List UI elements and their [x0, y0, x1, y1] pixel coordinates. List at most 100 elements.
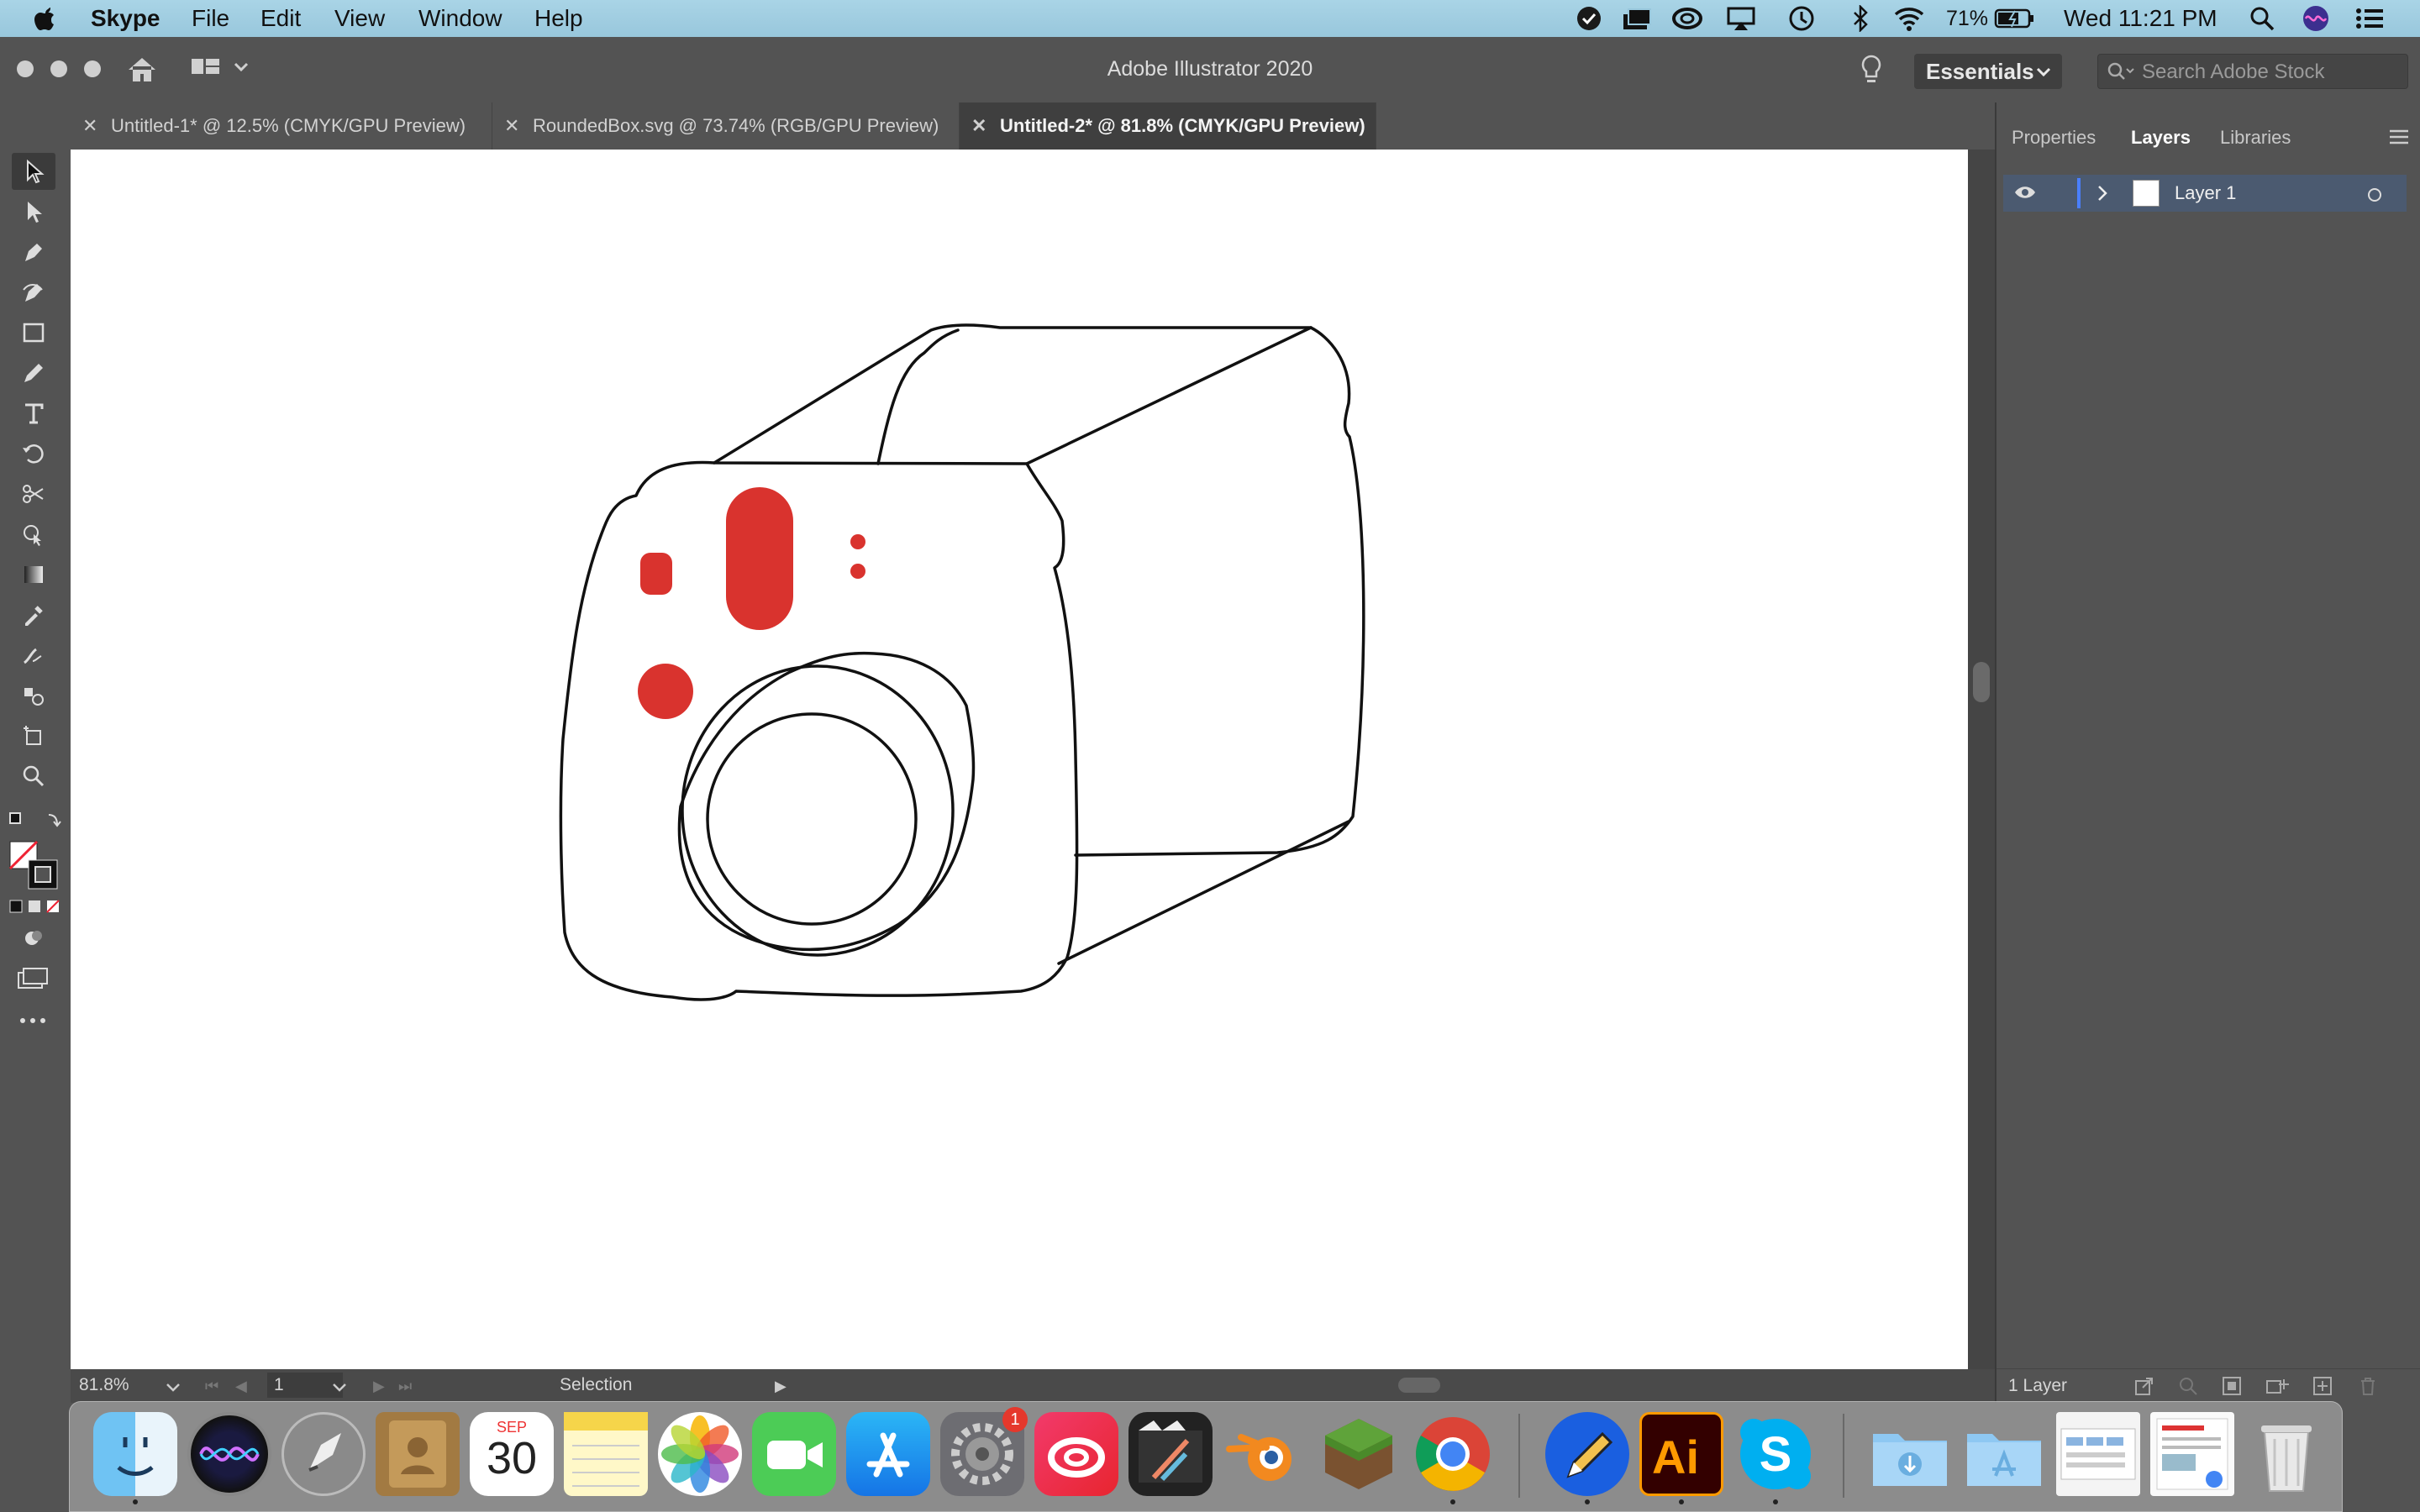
- draw-mode-icon[interactable]: [22, 926, 47, 955]
- close-tab-icon[interactable]: ✕: [504, 102, 519, 150]
- locate-object-icon[interactable]: [2178, 1376, 2198, 1400]
- app-menu-skype[interactable]: Skype: [91, 5, 160, 32]
- visibility-eye-icon[interactable]: [2013, 183, 2037, 206]
- final-cut-pro-icon[interactable]: [1128, 1412, 1213, 1496]
- scroll-thumb[interactable]: [1973, 662, 1990, 702]
- creative-cloud-icon[interactable]: [1034, 1412, 1118, 1496]
- status-menu-icon[interactable]: ▶: [775, 1378, 786, 1395]
- launchpad-icon[interactable]: [281, 1412, 366, 1496]
- create-sublayer-icon[interactable]: [2265, 1376, 2291, 1400]
- zoom-tool-icon[interactable]: [12, 758, 55, 795]
- workspace-switcher[interactable]: Essentials: [1914, 54, 2062, 89]
- lightbulb-icon[interactable]: [1859, 54, 1884, 92]
- eyedropper-tool-icon[interactable]: [12, 596, 55, 633]
- menu-view[interactable]: View: [334, 5, 385, 32]
- edit-toolbar-icon[interactable]: [18, 1015, 49, 1031]
- menu-edit[interactable]: Edit: [260, 5, 301, 32]
- swap-fill-stroke-icon[interactable]: [7, 808, 66, 837]
- downloads-folder-icon[interactable]: [1868, 1412, 1952, 1496]
- blender-icon[interactable]: [1223, 1412, 1307, 1496]
- tab-layers[interactable]: Layers: [2131, 121, 2191, 155]
- delete-layer-icon[interactable]: [2358, 1376, 2378, 1400]
- scissors-tool-icon[interactable]: [12, 475, 55, 512]
- zoom-dropdown-icon[interactable]: [165, 1379, 182, 1399]
- adobe-stock-search[interactable]: [2097, 54, 2408, 90]
- siri-icon[interactable]: [187, 1412, 271, 1496]
- make-clipping-mask-icon[interactable]: [2222, 1376, 2242, 1400]
- tab-untitled-1[interactable]: ✕ Untitled-1* @ 12.5% (CMYK/GPU Preview): [71, 102, 492, 150]
- tab-roundedbox[interactable]: ✕ RoundedBox.svg @ 73.74% (RGB/GPU Previ…: [492, 102, 960, 150]
- menu-help[interactable]: Help: [534, 5, 583, 32]
- panel-menu-icon[interactable]: [2388, 128, 2410, 150]
- width-tool-icon[interactable]: [12, 637, 55, 674]
- screenshot-stack-icon[interactable]: [2056, 1412, 2140, 1496]
- skype-icon[interactable]: S: [1733, 1412, 1818, 1496]
- symbol-sprayer-tool-icon[interactable]: [12, 677, 55, 714]
- menu-window[interactable]: Window: [418, 5, 502, 32]
- minecraft-icon[interactable]: [1317, 1412, 1401, 1496]
- artboard-dropdown-icon[interactable]: [331, 1379, 348, 1399]
- close-tab-icon[interactable]: ✕: [82, 102, 97, 150]
- artboard-canvas[interactable]: [71, 150, 1968, 1369]
- photos-icon[interactable]: [658, 1412, 742, 1496]
- type-tool-icon[interactable]: [12, 395, 55, 432]
- pen-tool-icon[interactable]: [12, 234, 55, 270]
- fill-stroke-swatches[interactable]: [8, 840, 62, 895]
- battery-charging-icon[interactable]: [1993, 3, 2035, 34]
- siri-menubar-icon[interactable]: [2301, 3, 2331, 34]
- stock-search-input[interactable]: [2140, 55, 2396, 90]
- vertical-scrollbar[interactable]: [1968, 150, 1995, 1369]
- first-artboard-icon[interactable]: ⏮: [205, 1378, 218, 1395]
- bluetooth-icon[interactable]: [1847, 3, 1874, 34]
- color-mode-buttons[interactable]: [8, 897, 62, 920]
- calendar-icon[interactable]: SEP 30: [470, 1412, 554, 1496]
- shape-builder-tool-icon[interactable]: [12, 516, 55, 553]
- pencil-tool-icon[interactable]: [12, 354, 55, 391]
- notes-icon[interactable]: [564, 1412, 648, 1496]
- expand-layer-chevron-icon[interactable]: [2094, 183, 2111, 207]
- direct-selection-tool-icon[interactable]: [12, 193, 55, 230]
- rotate-tool-icon[interactable]: [12, 435, 55, 472]
- creative-cloud-status-icon[interactable]: [1670, 3, 1704, 34]
- facetime-icon[interactable]: [752, 1412, 836, 1496]
- zoom-level-field[interactable]: 81.8%: [79, 1373, 171, 1398]
- time-machine-icon[interactable]: [1785, 3, 1818, 34]
- stack-status-icon[interactable]: [1620, 3, 1654, 34]
- scroll-thumb[interactable]: [1398, 1378, 1440, 1393]
- apple-menu-icon[interactable]: [29, 3, 59, 34]
- layer-row[interactable]: Layer 1: [2003, 175, 2407, 212]
- airplay-icon[interactable]: [1724, 3, 1758, 34]
- google-chrome-icon[interactable]: [1411, 1412, 1495, 1496]
- rectangle-tool-icon[interactable]: [12, 314, 55, 351]
- tab-untitled-2[interactable]: ✕ Untitled-2* @ 81.8% (CMYK/GPU Preview): [960, 102, 1376, 150]
- tab-properties[interactable]: Properties: [2012, 121, 2096, 155]
- sketchbook-icon[interactable]: [1545, 1412, 1629, 1496]
- create-new-layer-icon[interactable]: [2312, 1376, 2333, 1400]
- selection-tool-icon[interactable]: [12, 153, 55, 190]
- menu-file[interactable]: File: [192, 5, 229, 32]
- wifi-icon[interactable]: [1891, 3, 1928, 34]
- layer-target-icon[interactable]: [2368, 188, 2381, 202]
- checkmark-status-icon[interactable]: [1575, 3, 1603, 34]
- menubar-clock[interactable]: Wed 11:21 PM: [2064, 5, 2217, 32]
- horizontal-scrollbar[interactable]: [810, 1373, 1970, 1398]
- last-artboard-icon[interactable]: ⏭: [398, 1378, 412, 1395]
- previous-artboard-icon[interactable]: ◀: [235, 1378, 247, 1395]
- system-preferences-icon[interactable]: 1: [940, 1407, 1028, 1496]
- tab-libraries[interactable]: Libraries: [2220, 121, 2291, 155]
- notification-center-icon[interactable]: [2353, 3, 2386, 34]
- contacts-icon[interactable]: [376, 1412, 460, 1496]
- export-assets-icon[interactable]: [2134, 1376, 2154, 1400]
- applications-folder-icon[interactable]: [1962, 1412, 2046, 1496]
- gradient-tool-icon[interactable]: [12, 556, 55, 593]
- document-stack-icon[interactable]: [2150, 1412, 2234, 1496]
- next-artboard-icon[interactable]: ▶: [373, 1378, 385, 1395]
- layer-name[interactable]: Layer 1: [2175, 175, 2236, 212]
- finder-icon[interactable]: [93, 1412, 177, 1496]
- close-tab-icon[interactable]: ✕: [971, 102, 986, 150]
- curvature-tool-icon[interactable]: [12, 274, 55, 311]
- camera-illustration[interactable]: [71, 150, 1968, 1369]
- trash-icon[interactable]: [2244, 1412, 2328, 1496]
- adobe-illustrator-icon[interactable]: Ai: [1639, 1412, 1723, 1496]
- screen-mode-icon[interactable]: [17, 966, 50, 995]
